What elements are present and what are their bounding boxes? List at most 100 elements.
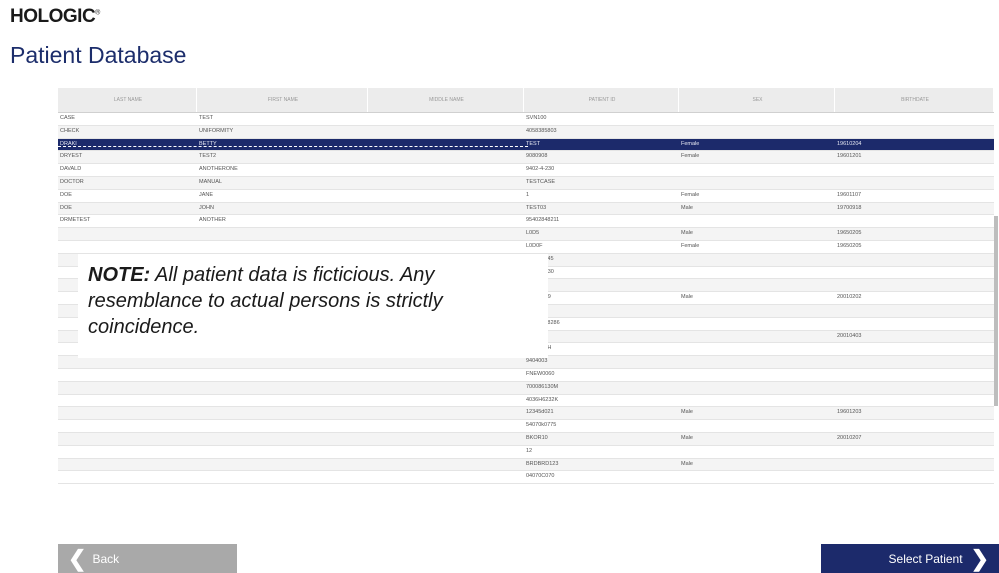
table-row[interactable]: CASE TEST SVN100	[58, 113, 994, 126]
cell-birthdate	[835, 177, 994, 189]
table-row[interactable]: DRYEST TEST2 9080908 Female 19601201	[58, 151, 994, 165]
column-header-patient-id[interactable]: PATIENT ID	[524, 88, 679, 112]
cell-middle-name	[368, 203, 524, 215]
cell-birthdate	[835, 395, 994, 407]
table-row[interactable]: DAVALD ANOTHERONE 9402-4-230	[58, 164, 994, 177]
cell-last-name	[58, 369, 197, 381]
column-header-middle-name[interactable]: MIDDLE NAME	[368, 88, 524, 112]
cell-middle-name	[368, 139, 524, 151]
cell-patient-id: BRDBRD123	[526, 460, 559, 467]
table-row[interactable]: 12	[58, 446, 994, 459]
back-button[interactable]: ❮ Back	[58, 544, 237, 573]
table-row[interactable]: L0D5 Male 19650205	[58, 228, 994, 241]
cell-birthdate	[835, 305, 994, 317]
table-row[interactable]: 700086130M	[58, 381, 994, 395]
hologic-logo: HOLOGIC®	[10, 6, 100, 28]
cell-last-name: DRMETEST	[60, 217, 91, 224]
cell-last-name	[58, 446, 197, 458]
cell-sex: Female	[681, 191, 700, 198]
table-row[interactable]: BRDBRD123 Male	[58, 458, 994, 472]
cell-sex	[679, 254, 835, 266]
cell-last-name	[58, 395, 197, 407]
cell-sex	[679, 471, 835, 483]
cell-middle-name	[368, 177, 524, 189]
cell-middle-name	[368, 126, 524, 138]
cell-birthdate	[835, 215, 994, 227]
cell-birthdate: 20010403	[837, 332, 862, 339]
cell-middle-name	[368, 407, 524, 419]
cell-patient-id: 95402848211	[526, 217, 560, 224]
cell-patient-id: L0D5	[526, 230, 540, 237]
cell-birthdate: 19601201	[837, 153, 862, 160]
selection-divider	[58, 146, 528, 147]
cell-sex	[679, 215, 835, 227]
cell-birthdate	[835, 126, 994, 138]
select-patient-label: Select Patient	[888, 551, 963, 566]
cell-middle-name	[368, 228, 524, 240]
cell-birthdate	[835, 369, 994, 381]
table-row[interactable]: 12345d021 Male 19601203	[58, 407, 994, 421]
cell-sex	[679, 113, 835, 125]
cell-patient-id: SVN100	[526, 115, 547, 121]
cell-patient-id: 9402-4-230	[526, 166, 555, 173]
cell-last-name	[58, 407, 197, 419]
cell-birthdate: 19610204	[837, 140, 862, 147]
back-label: Back	[92, 551, 120, 566]
cell-birthdate: 19601203	[837, 409, 862, 416]
cell-first-name: ANOTHERONE	[199, 166, 238, 173]
select-patient-button[interactable]: Select Patient ❯	[821, 544, 999, 573]
column-header-birthdate[interactable]: BIRTHDATE	[835, 88, 994, 112]
table-row[interactable]: 9404003	[58, 356, 994, 369]
cell-birthdate: 19601107	[837, 191, 862, 198]
cell-sex: Female	[681, 140, 700, 147]
table-row[interactable]: BKOR10 Male 20010207	[58, 432, 994, 446]
cell-patient-id: 12345d021	[526, 409, 554, 416]
table-row[interactable]: DOE JANE 1 Female 19601107	[58, 190, 994, 203]
table-row[interactable]: DOCTOR MANUAL TESTCASE	[58, 176, 994, 190]
cell-last-name: DOE	[60, 191, 72, 198]
cell-birthdate	[835, 471, 994, 483]
table-row[interactable]: FNEW0060	[58, 369, 994, 382]
column-header-last-name[interactable]: LAST NAME	[58, 88, 197, 112]
cell-middle-name	[368, 420, 524, 432]
column-header-first-name[interactable]: FIRST NAME	[197, 88, 368, 112]
cell-patient-id: BKOR10	[526, 434, 548, 441]
table-row[interactable]: 4036H6232K	[58, 395, 994, 408]
table-scrollbar[interactable]	[994, 216, 998, 406]
column-header-sex[interactable]: SEX	[679, 88, 835, 112]
table-row[interactable]: L0D0F Female 19650205	[58, 241, 994, 254]
cell-first-name	[197, 241, 368, 253]
cell-middle-name	[368, 113, 524, 125]
cell-middle-name	[368, 190, 524, 202]
cell-last-name	[58, 459, 197, 471]
cell-birthdate	[835, 113, 994, 125]
cell-middle-name	[368, 459, 524, 471]
table-row[interactable]: DOE JOHN TEST03 Male 19700918	[58, 202, 994, 216]
cell-first-name	[197, 446, 368, 458]
cell-first-name	[197, 228, 368, 240]
cell-sex: Male	[681, 460, 693, 467]
cell-last-name: DOCTOR	[60, 178, 84, 185]
cell-patient-id: 04070C070	[526, 473, 555, 480]
cell-first-name: BETTY	[199, 140, 217, 147]
table-row[interactable]: CHECK UNIFORMITY 4058385803	[58, 125, 994, 139]
logo-text: HOLOGIC	[10, 6, 96, 27]
page-title: Patient Database	[10, 42, 187, 68]
cell-sex	[679, 369, 835, 381]
table-row[interactable]: DRMETEST ANOTHER 95402848211	[58, 215, 994, 229]
cell-birthdate	[835, 254, 994, 266]
cell-sex	[679, 382, 835, 394]
table-row[interactable]: 54070k0775	[58, 420, 994, 433]
table-row[interactable]: 04070C070	[58, 471, 994, 485]
cell-middle-name	[368, 151, 524, 163]
cell-birthdate: 20010207	[837, 434, 862, 441]
cell-birthdate	[835, 343, 994, 355]
cell-sex	[679, 279, 835, 291]
cell-first-name: ANOTHER	[199, 217, 226, 224]
note-label: NOTE:	[88, 264, 151, 286]
cell-last-name	[58, 241, 197, 253]
table-row-selected[interactable]: DRAKI BETTY TEST Female 19610204	[58, 138, 994, 152]
cell-sex: Male	[681, 230, 693, 237]
cell-sex	[679, 177, 835, 189]
cell-last-name: DAVALD	[60, 166, 82, 173]
